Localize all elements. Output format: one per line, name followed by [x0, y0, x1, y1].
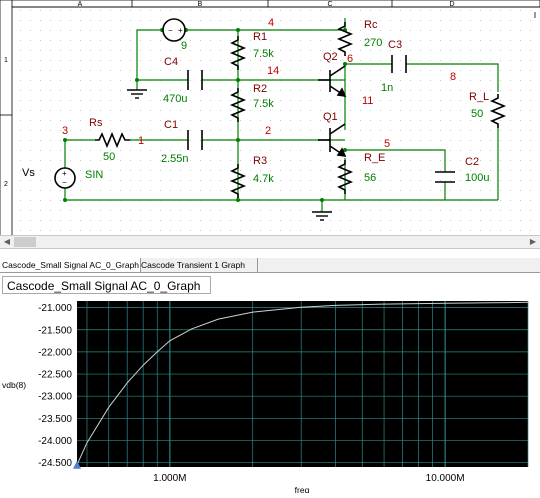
- scroll-right-icon[interactable]: ▶: [526, 236, 540, 248]
- r3-value: 4.7k: [253, 173, 274, 185]
- rl-name: R_L: [469, 91, 489, 103]
- c2-name: C2: [465, 156, 479, 168]
- node-label-11: 11: [362, 95, 373, 107]
- rc-name: Rc: [364, 19, 378, 31]
- column-label-d: D: [449, 1, 454, 8]
- x-tick-label: 1.000M: [153, 473, 186, 484]
- rl-value: 50: [471, 108, 483, 120]
- column-label-b: B: [198, 1, 203, 8]
- node-label-5: 5: [384, 138, 390, 150]
- node-label-9: 9: [181, 40, 187, 52]
- vs-name: Vs: [22, 167, 35, 179]
- node-label-2: 2: [265, 125, 271, 137]
- node-label-14: 14: [267, 65, 279, 77]
- c3-value: 1n: [381, 82, 393, 94]
- rc-value: 270: [364, 37, 382, 49]
- vs-source-symbol[interactable]: + −: [54, 167, 76, 189]
- y-tick-label: -24.500: [38, 458, 72, 469]
- row-label-1: 1: [4, 57, 8, 64]
- svg-text:−: −: [62, 178, 67, 187]
- x-tick-labels: 1.000M 10.000M: [153, 473, 464, 484]
- q2-name: Q2: [323, 51, 338, 63]
- column-label-c: C: [327, 1, 332, 8]
- svg-text:−: −: [168, 26, 173, 35]
- r1-value: 7.5k: [253, 48, 274, 60]
- c4-name: C4: [164, 56, 178, 68]
- scrollbar-thumb[interactable]: [14, 237, 36, 247]
- node-label-6: 6: [347, 53, 353, 65]
- c1-value: 2.55n: [161, 153, 189, 165]
- re-name: R_E: [364, 152, 385, 164]
- r2-name: R2: [253, 83, 267, 95]
- vs-value: SIN: [85, 169, 103, 181]
- scroll-left-icon[interactable]: ◀: [0, 236, 14, 248]
- rs-name: Rs: [89, 117, 103, 129]
- y-axis-label: vdb(8): [2, 380, 26, 390]
- node-label-4: 4: [268, 17, 274, 29]
- tab-transient-graph[interactable]: Cascode Transient 1 Graph: [139, 258, 258, 272]
- r1-name: R1: [253, 31, 267, 43]
- re-value: 56: [364, 172, 376, 184]
- y-tick-labels: -21.000 -21.500 -22.000 -22.500 -23.000 -23.5…: [38, 303, 72, 469]
- c4-value: 470u: [163, 93, 187, 105]
- c3-name: C3: [388, 39, 402, 51]
- x-axis-label: freq: [295, 485, 310, 493]
- rs-value: 50: [103, 151, 115, 163]
- x-tick-label: 10.000M: [426, 473, 465, 484]
- svg-text:+: +: [62, 169, 67, 178]
- node-label-8: 8: [450, 71, 456, 83]
- y-tick-label: -23.500: [38, 414, 72, 425]
- y-tick-label: -22.000: [38, 347, 72, 358]
- row-label-2: 2: [4, 181, 8, 188]
- q1-name: Q1: [323, 111, 338, 123]
- y-tick-label: -21.000: [38, 303, 72, 314]
- c1-name: C1: [164, 119, 178, 131]
- svg-text:+: +: [178, 26, 183, 35]
- node-label-3: 3: [62, 125, 68, 137]
- r3-name: R3: [253, 155, 267, 167]
- r2-value: 7.5k: [253, 98, 274, 110]
- graph-title: Cascode_Small Signal AC_0_Graph: [2, 276, 211, 294]
- node-label-1: 1: [138, 135, 144, 147]
- schematic-canvas[interactable]: A B C D 1 2 − + + − R1 R2 R3 Rc R_E R_L …: [0, 0, 540, 236]
- graph-tab-bar: Cascode_Small Signal AC_0_Graph Cascode …: [0, 258, 540, 273]
- c2-value: 100u: [465, 172, 489, 184]
- horizontal-scrollbar[interactable]: ◀ ▶: [0, 235, 540, 249]
- meter-9-symbol[interactable]: − +: [162, 18, 186, 42]
- column-label-a: A: [78, 1, 83, 8]
- plot-background[interactable]: [77, 301, 528, 467]
- graph-area: -21.000 -21.500 -22.000 -22.500 -23.000 -23.5…: [0, 296, 540, 495]
- y-tick-label: -22.500: [38, 370, 72, 381]
- y-tick-label: -23.000: [38, 392, 72, 403]
- y-tick-label: -21.500: [38, 325, 72, 336]
- tab-ac-graph[interactable]: Cascode_Small Signal AC_0_Graph: [0, 258, 141, 272]
- y-tick-label: -24.000: [38, 436, 72, 447]
